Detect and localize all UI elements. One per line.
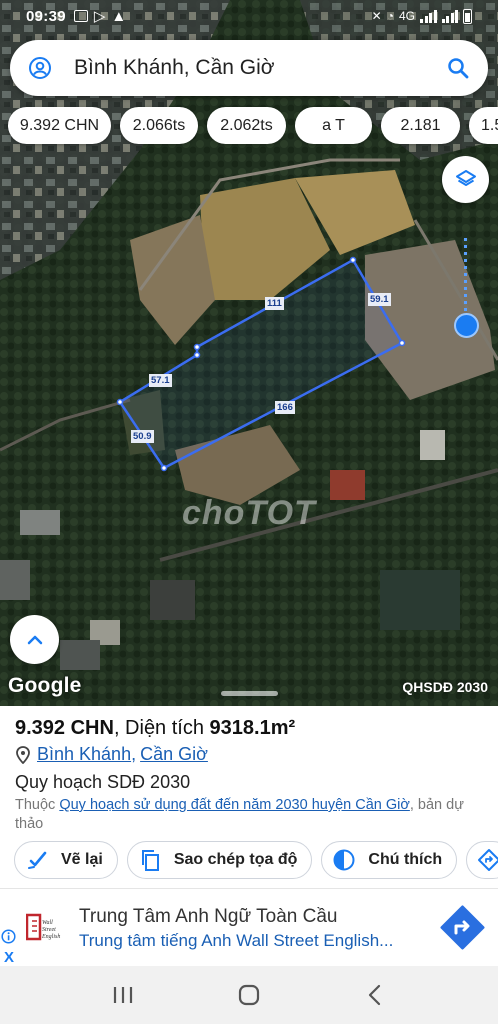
edge-label: 111	[265, 297, 284, 310]
satellite-imagery	[0, 0, 498, 706]
plan-name: Quy hoạch SDĐ 2030	[15, 772, 191, 792]
svg-text:English: English	[41, 934, 60, 940]
edit-check-icon	[28, 851, 47, 869]
play-icon: ▷	[93, 8, 106, 25]
chip-parcel[interactable]: 1.5	[469, 107, 498, 144]
system-nav-bar	[0, 966, 498, 1024]
account-icon[interactable]	[28, 56, 52, 80]
back-button[interactable]	[355, 975, 395, 1015]
parcel-area: 9318.1m²	[209, 717, 296, 739]
title-separator: , Diện tích	[113, 717, 210, 739]
location-pin-icon	[16, 745, 30, 764]
watermark: choTOT	[182, 494, 316, 532]
recents-icon	[113, 987, 133, 1003]
signal-icon	[420, 9, 437, 23]
home-icon	[238, 984, 260, 1006]
warning-icon: ▲	[111, 7, 127, 25]
parcel-title: 9.392 CHN, Diện tích 9318.1m²	[15, 717, 295, 740]
parcel-chips: 9.392 CHN 2.066ts 2.062ts a T 2.181 1.5	[8, 107, 498, 145]
chevron-up-icon	[27, 635, 42, 644]
expand-button[interactable]	[10, 615, 59, 664]
ad-banner[interactable]: Wall Street English Trung Tâm Anh Ngữ To…	[0, 888, 498, 966]
parcel-code: 9.392 CHN	[15, 717, 114, 739]
chip-parcel[interactable]: 2.181	[381, 107, 460, 144]
edge-label: 59.1	[368, 293, 391, 306]
plan-description: Thuộc Quy hoạch sử dụng đất đến năm 2030…	[15, 797, 464, 832]
network-type: 4G	[398, 9, 415, 23]
layer-name: QHSDĐ 2030	[402, 679, 488, 695]
gallery-icon	[73, 10, 88, 22]
battery-icon	[463, 8, 472, 24]
ad-title[interactable]: Trung Tâm Anh Ngữ Toàn Cầu	[79, 906, 337, 928]
home-button[interactable]	[229, 975, 269, 1015]
location-trail	[464, 238, 467, 312]
sheet-drag-handle[interactable]	[221, 691, 278, 696]
wifi-icon: ◔	[386, 9, 394, 23]
layers-icon	[455, 169, 476, 186]
chip-parcel[interactable]: a T	[295, 107, 372, 144]
directions-icon	[478, 849, 498, 871]
edge-label: 57.1	[149, 374, 172, 387]
ad-subtitle[interactable]: Trung tâm tiếng Anh Wall Street English.…	[79, 931, 393, 951]
back-icon	[368, 984, 381, 1006]
google-logo: Google	[8, 674, 82, 697]
copy-icon	[141, 850, 159, 871]
recent-apps-button[interactable]	[103, 975, 143, 1015]
chip-parcel[interactable]: 9.392 CHN	[8, 107, 111, 144]
mute-icon: ✕	[371, 9, 382, 23]
action-row: Vẽ lại Sao chép tọa độ Chú thích	[14, 841, 498, 879]
redraw-button[interactable]: Vẽ lại	[14, 841, 118, 879]
chip-parcel[interactable]: 2.062ts	[207, 107, 286, 144]
svg-text:Wall: Wall	[42, 920, 53, 926]
edge-label: 166	[275, 401, 295, 414]
ad-info-icon[interactable]	[1, 929, 16, 944]
my-location-dot	[454, 313, 479, 338]
contrast-icon	[333, 849, 355, 871]
signal-icon-2	[441, 9, 458, 23]
search-bar[interactable]: Bình Khánh, Cần Giờ	[10, 40, 488, 96]
search-icon[interactable]	[446, 56, 470, 80]
edge-label: 50.9	[131, 430, 154, 443]
wall-street-english-logo: Wall Street English	[26, 913, 60, 941]
parcel-address: Bình Khánh, Cần Giờ	[15, 744, 208, 765]
ad-directions-icon[interactable]	[439, 904, 486, 951]
ad-close-button[interactable]: X	[4, 949, 14, 966]
svg-text:Street: Street	[42, 927, 56, 933]
district-link[interactable]: Cần Giờ	[140, 744, 208, 765]
layers-button[interactable]	[442, 156, 489, 203]
status-bar: 09:39 ▷ ▲ ✕ ◔ 4G	[0, 0, 498, 32]
copy-coords-button[interactable]: Sao chép tọa độ	[126, 841, 313, 879]
directions-button[interactable]	[466, 841, 498, 879]
map-view[interactable]: 111 59.1 57.1 166 50.9 choTOT 09:39 ▷ ▲ …	[0, 0, 498, 706]
clock: 09:39	[26, 7, 66, 25]
plan-link[interactable]: Quy hoạch sử dụng đất đến năm 2030 huyện…	[59, 797, 410, 813]
chip-parcel[interactable]: 2.066ts	[120, 107, 198, 144]
search-query[interactable]: Bình Khánh, Cần Giờ	[74, 56, 446, 80]
legend-button[interactable]: Chú thích	[321, 841, 458, 879]
parcel-info-sheet: 9.392 CHN, Diện tích 9318.1m² Bình Khánh…	[0, 706, 498, 886]
commune-link[interactable]: Bình Khánh	[37, 744, 131, 765]
